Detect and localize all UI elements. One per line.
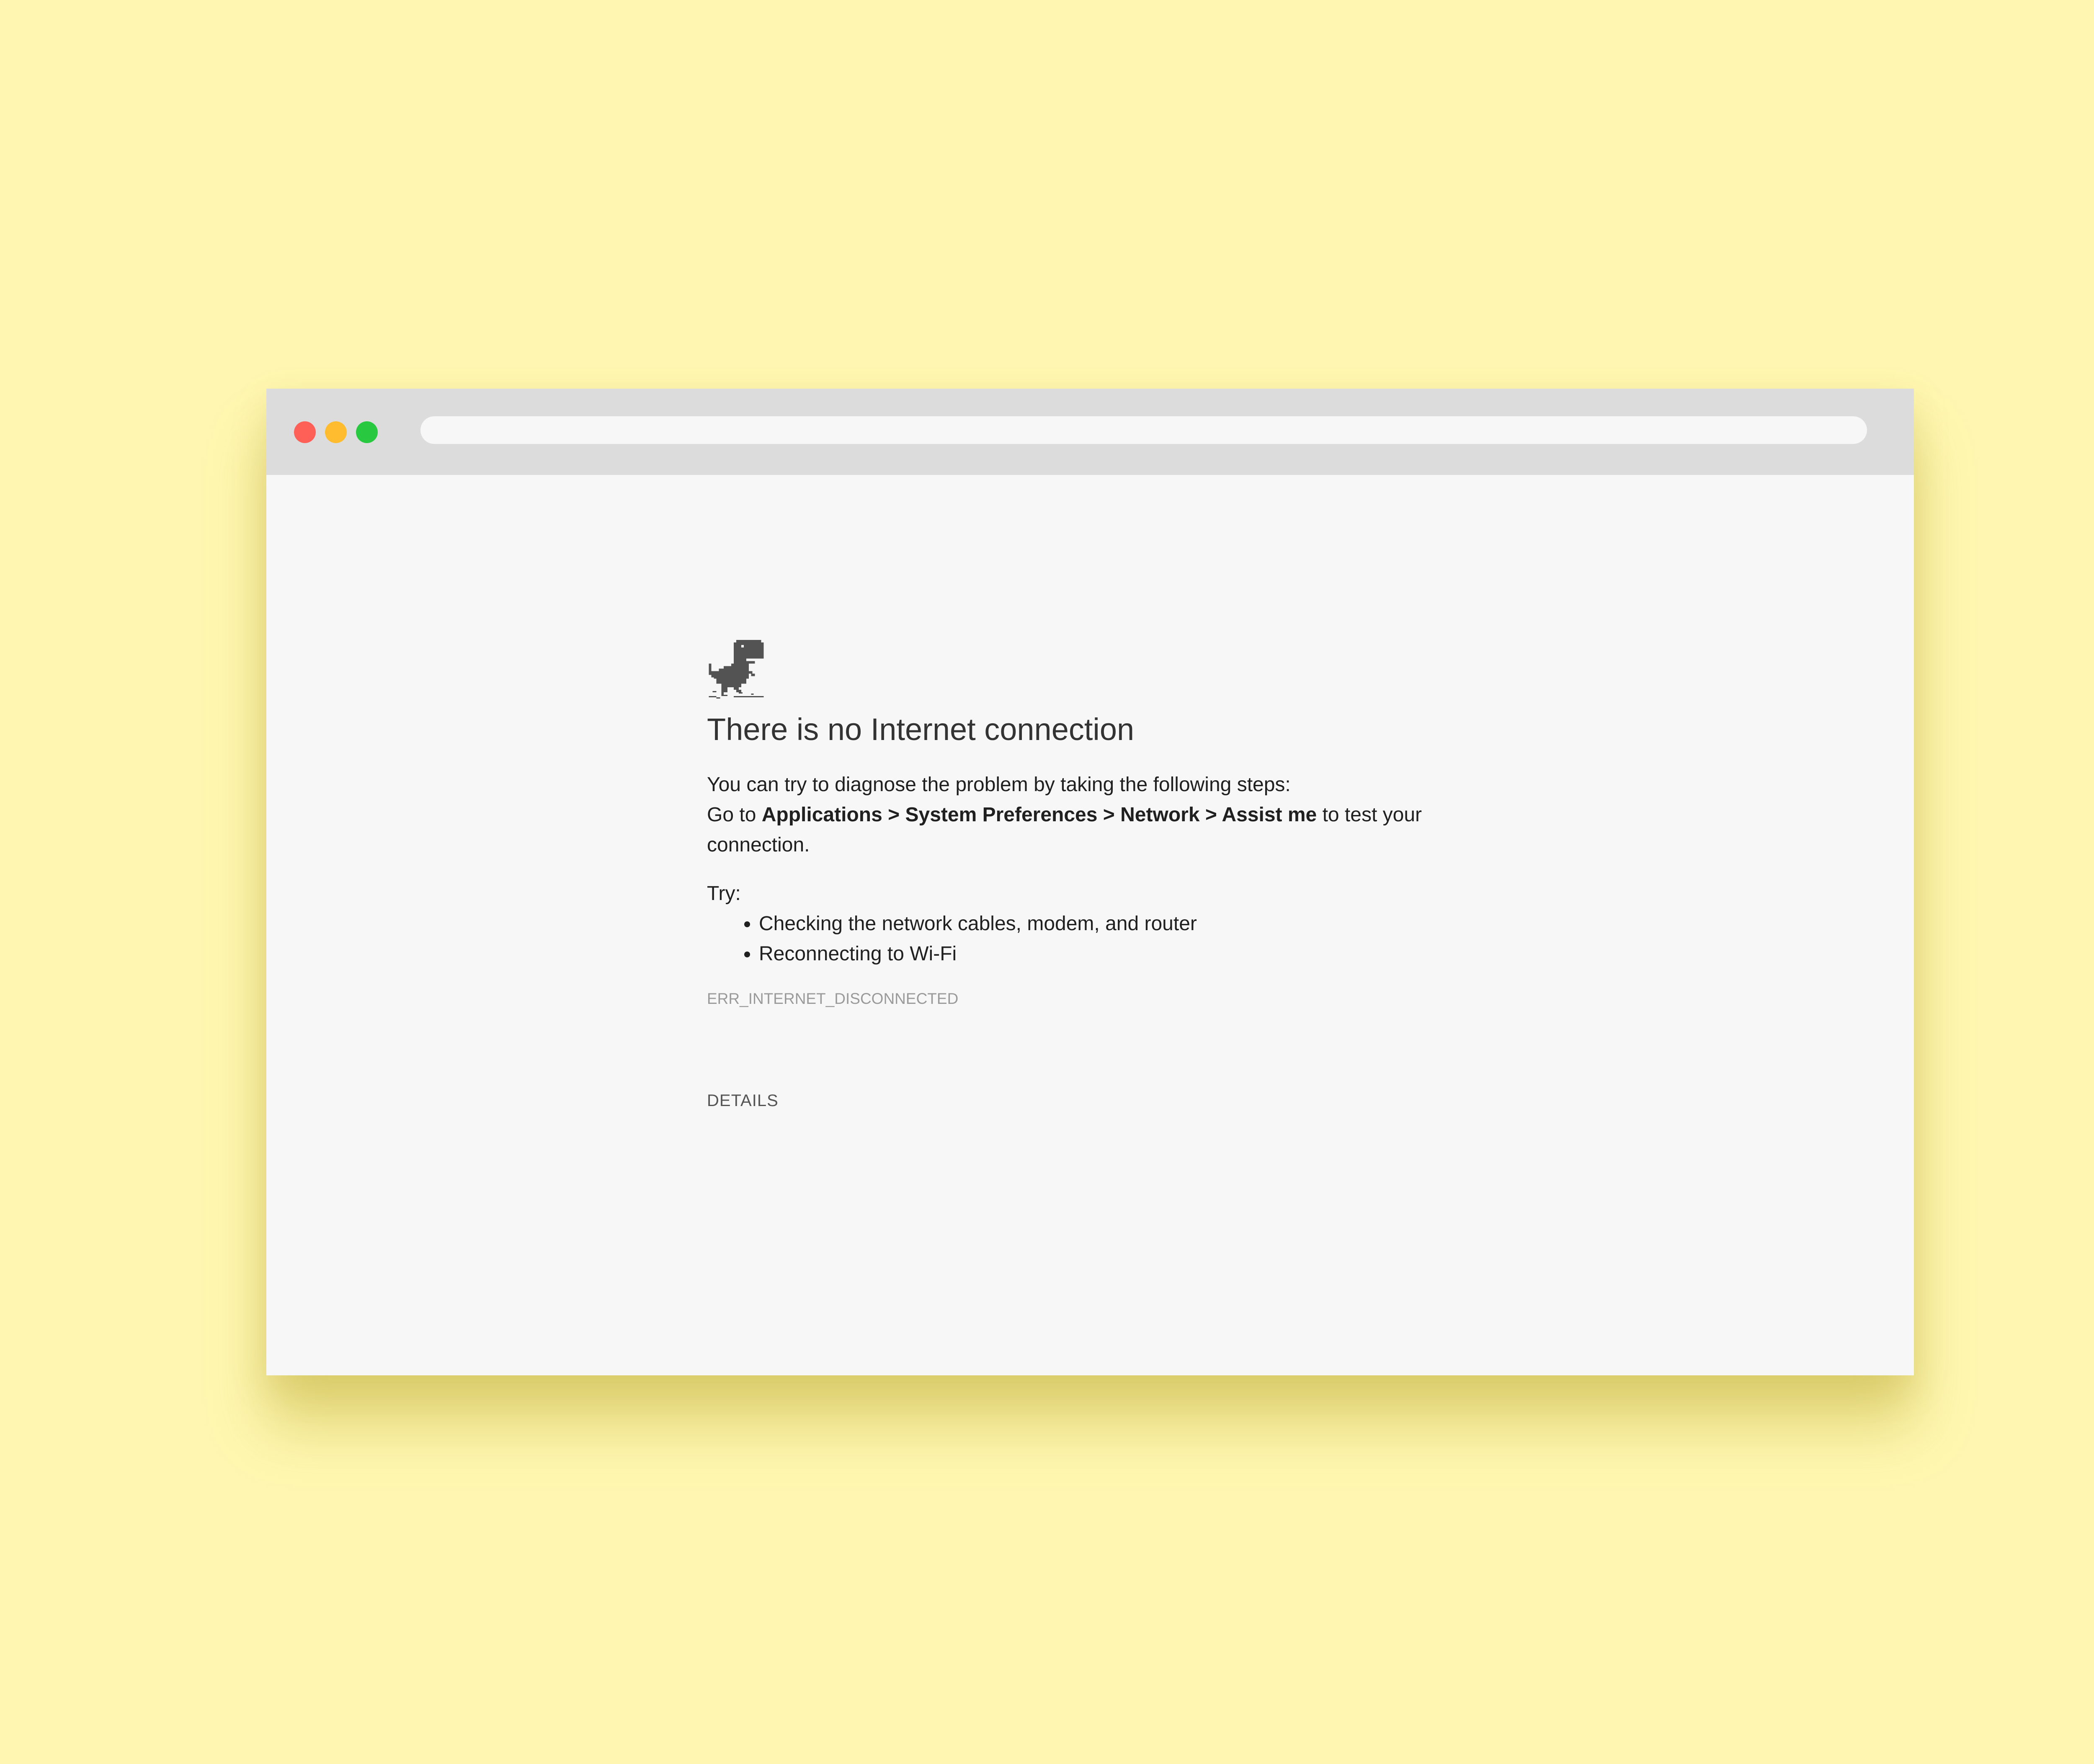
offline-dino-icon [709,640,764,699]
browser-window: There is no Internet connection You can … [266,389,1914,1375]
details-button[interactable]: DETAILS [707,1088,779,1113]
page-title: There is no Internet connection [707,712,1135,747]
try-label: Try: [707,882,741,905]
close-window-button[interactable] [294,421,316,443]
maximize-window-button[interactable] [356,421,378,443]
diagnose-intro-text: You can try to diagnose the problem by t… [707,774,1291,796]
suggestion-list: Checking the network cables, modem, and … [707,909,1197,969]
suggestion-item: Reconnecting to Wi-Fi [759,939,1197,969]
error-code: ERR_INTERNET_DISCONNECTED [707,990,959,1007]
network-assist-path: Applications > System Preferences > Netw… [761,804,1317,826]
browser-titlebar [266,389,1914,475]
goto-prefix: Go to [707,804,756,826]
minimize-window-button[interactable] [325,421,347,443]
address-bar[interactable] [420,416,1867,444]
diagnose-instructions: You can try to diagnose the problem by t… [707,770,1427,860]
suggestion-item: Checking the network cables, modem, and … [759,909,1197,939]
